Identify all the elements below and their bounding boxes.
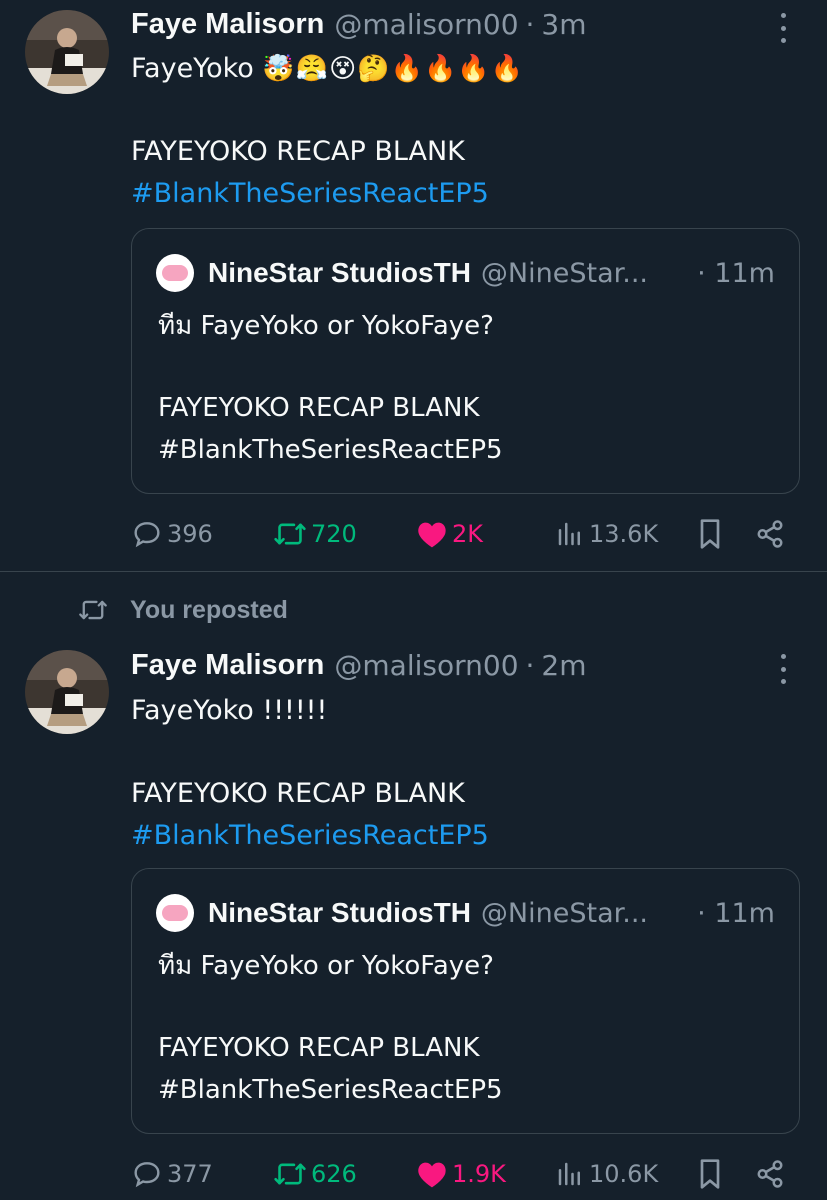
quoted-tweet-text: ทีม FayeYoko or YokoFaye? FAYEYOKO RECAP… — [158, 945, 503, 1111]
tweet-time[interactable]: 2m — [541, 649, 586, 682]
tweet-text-line: FAYEYOKO RECAP BLANK — [131, 778, 465, 809]
quoted-tweet[interactable]: NineStar StudiosTH @NineStar... · 11m ที… — [131, 228, 800, 494]
more-vertical-icon[interactable] — [773, 654, 793, 684]
share-icon — [757, 1160, 783, 1188]
quoted-tweet-text: ทีม FayeYoko or YokoFaye? FAYEYOKO RECAP… — [158, 305, 503, 471]
like-button[interactable]: 1.9K — [416, 1154, 506, 1194]
heart-filled-icon — [418, 522, 446, 548]
like-count: 2K — [452, 520, 484, 548]
quoted-tweet-header: NineStar StudiosTH @NineStar... · 11m — [156, 893, 775, 933]
views-count: 10.6K — [589, 1160, 659, 1188]
tweet-text-line: FayeYoko — [131, 53, 254, 84]
quoted-text-line: FAYEYOKO RECAP BLANK — [158, 393, 480, 423]
tweet[interactable]: You reposted Faye Malisorn @malisorn00 ·… — [0, 572, 827, 1200]
author-name[interactable]: Faye Malisorn — [131, 8, 324, 41]
repost-button[interactable]: 626 — [273, 1154, 357, 1194]
tweet-text: FayeYoko 🤯😤😵🤔🔥🔥🔥🔥 FAYEYOKO RECAP BLANK #… — [131, 48, 787, 215]
quoted-text-line: ทีม FayeYoko or YokoFaye? — [158, 951, 494, 981]
tweet-actions: 377 626 1.9K 10.6K — [131, 1154, 787, 1194]
like-button[interactable]: 2K — [416, 514, 483, 554]
quoted-author-handle: @NineStar... — [480, 897, 648, 929]
repost-label: You reposted — [130, 595, 288, 624]
bar-chart-icon — [558, 522, 580, 546]
repost-count: 626 — [311, 1160, 357, 1188]
tweet-actions: 396 720 2K 13.6K — [131, 514, 787, 554]
repost-arrows-icon — [79, 600, 107, 620]
share-icon — [757, 520, 783, 548]
views-count: 13.6K — [589, 520, 659, 548]
bookmark-button[interactable] — [696, 514, 724, 554]
quoted-author-avatar — [156, 894, 194, 932]
separator-dot: · — [525, 648, 535, 682]
reply-count: 396 — [167, 520, 213, 548]
bar-chart-icon — [558, 1162, 580, 1186]
quoted-author-handle: @NineStar... — [480, 257, 648, 289]
tweet-text-line: FayeYoko !!!!!! — [131, 695, 328, 726]
quoted-text-line: FAYEYOKO RECAP BLANK — [158, 1033, 480, 1063]
quoted-text-line: ทีม FayeYoko or YokoFaye? — [158, 311, 494, 341]
views-button[interactable]: 10.6K — [555, 1154, 658, 1194]
bookmark-icon — [700, 1159, 720, 1189]
tweet-text-line: FAYEYOKO RECAP BLANK — [131, 136, 465, 167]
quoted-tweet-header: NineStar StudiosTH @NineStar... · 11m — [156, 253, 775, 293]
quoted-text-line: #BlankTheSeriesReactEP5 — [158, 435, 503, 465]
tweet-time[interactable]: 3m — [541, 8, 586, 41]
quoted-tweet-time: 11m — [714, 897, 775, 929]
quoted-author-name: NineStar StudiosTH — [208, 257, 471, 288]
heart-filled-icon — [418, 1162, 446, 1188]
reply-button[interactable]: 396 — [131, 514, 213, 554]
repost-count: 720 — [311, 520, 357, 548]
tweet-header: Faye Malisorn @malisorn00 · 2m — [131, 643, 767, 687]
separator-dot: · — [697, 897, 706, 929]
bookmark-button[interactable] — [696, 1154, 724, 1194]
share-button[interactable] — [755, 514, 785, 554]
quoted-text-line: #BlankTheSeriesReactEP5 — [158, 1075, 503, 1105]
share-button[interactable] — [755, 1154, 785, 1194]
author-handle[interactable]: @malisorn00 — [334, 649, 518, 682]
more-vertical-icon[interactable] — [773, 13, 793, 43]
views-button[interactable]: 13.6K — [555, 514, 658, 554]
hashtag-link[interactable]: #BlankTheSeriesReactEP5 — [131, 173, 787, 215]
tweet-emojis: 🤯😤😵🤔🔥🔥🔥🔥 — [262, 54, 525, 84]
tweet-text: FayeYoko !!!!!! FAYEYOKO RECAP BLANK #Bl… — [131, 690, 787, 857]
like-count: 1.9K — [452, 1160, 506, 1188]
reply-button[interactable]: 377 — [131, 1154, 213, 1194]
bookmark-icon — [700, 519, 720, 549]
hashtag-link[interactable]: #BlankTheSeriesReactEP5 — [131, 815, 787, 857]
quoted-author-name: NineStar StudiosTH — [208, 897, 471, 928]
repost-indicator: You reposted — [78, 590, 288, 630]
repost-button[interactable]: 720 — [273, 514, 357, 554]
author-avatar[interactable] — [25, 650, 109, 734]
separator-dot: · — [697, 257, 706, 289]
quoted-tweet-time: 11m — [714, 257, 775, 289]
author-avatar[interactable] — [25, 10, 109, 94]
repost-arrows-icon — [274, 1163, 306, 1185]
quoted-author-avatar — [156, 254, 194, 292]
speech-bubble-icon — [134, 522, 160, 548]
separator-dot: · — [525, 7, 535, 41]
quoted-tweet[interactable]: NineStar StudiosTH @NineStar... · 11m ที… — [131, 868, 800, 1134]
author-name[interactable]: Faye Malisorn — [131, 649, 324, 682]
tweet[interactable]: Faye Malisorn @malisorn00 · 3m FayeYoko … — [0, 0, 827, 572]
repost-arrows-icon — [274, 523, 306, 545]
reply-count: 377 — [167, 1160, 213, 1188]
speech-bubble-icon — [134, 1162, 160, 1188]
tweet-header: Faye Malisorn @malisorn00 · 3m — [131, 2, 767, 46]
author-handle[interactable]: @malisorn00 — [334, 8, 518, 41]
